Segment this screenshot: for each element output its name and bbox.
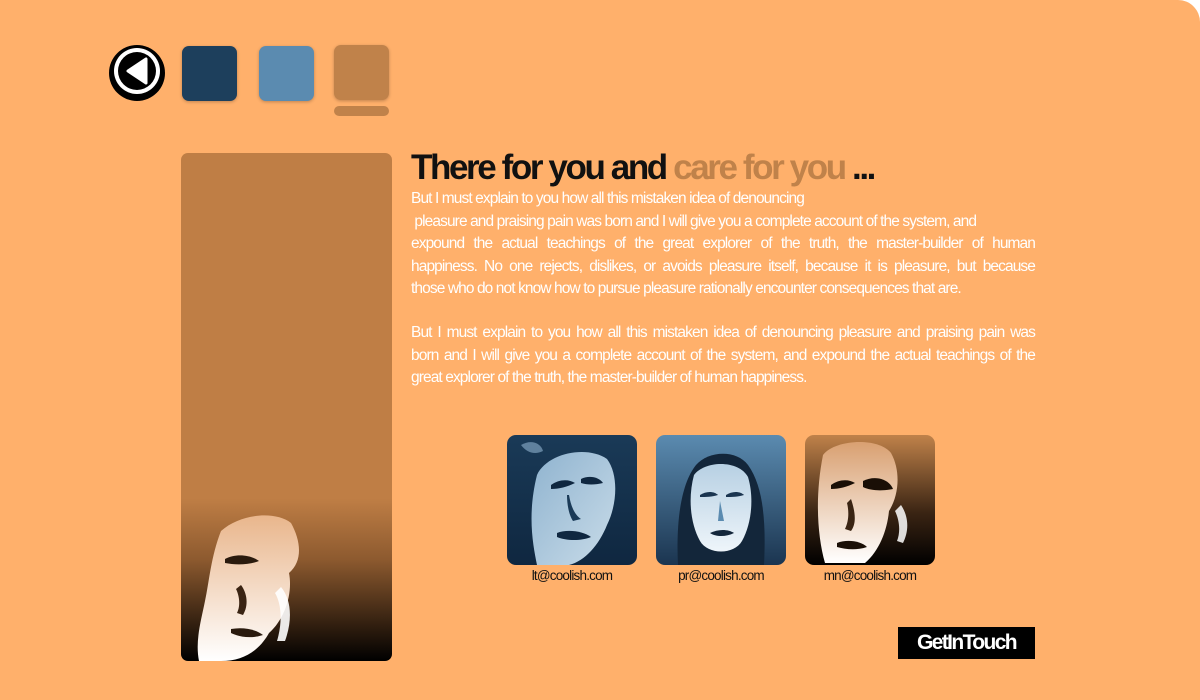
team-member-portrait[interactable] <box>805 435 935 565</box>
paragraph-line: expound the actual teachings of the grea… <box>411 235 1036 252</box>
paragraph-line: pleasure and praising pain was born and … <box>411 212 977 230</box>
paragraph-line: happiness. No one rejects, dislikes, or … <box>411 257 1036 275</box>
portrait-illustration <box>197 515 299 661</box>
headline-part: There for you and <box>411 148 674 187</box>
team-member-card: lt@coolish.com <box>507 435 637 583</box>
team-member-email[interactable]: lt@coolish.com <box>507 568 637 583</box>
active-swatch-indicator <box>334 106 389 116</box>
theme-swatch-copper[interactable] <box>334 45 389 100</box>
paragraph-line: those who do not know how to pursue plea… <box>411 280 962 297</box>
page-headline: There for you and care for you ... <box>411 148 876 188</box>
team-member-card: mn@coolish.com <box>805 435 935 583</box>
face-illustration <box>656 435 786 565</box>
paragraph-line: born and I will give you a complete acco… <box>411 346 1036 364</box>
side-portrait-panel <box>181 153 392 661</box>
second-paragraph: But I must explain to you how all this m… <box>411 322 1036 390</box>
face-illustration <box>507 435 637 565</box>
back-button[interactable] <box>109 45 165 101</box>
team-member-card: pr@coolish.com <box>656 435 786 583</box>
page: There for you and care for you ... But I… <box>0 0 1200 700</box>
paragraph-line: But I must explain to you how all this m… <box>411 324 1036 341</box>
theme-swatch-steel-blue[interactable] <box>259 46 314 101</box>
face-illustration <box>805 435 935 565</box>
intro-paragraph: But I must explain to you how all this m… <box>411 188 1036 301</box>
team-member-portrait[interactable] <box>507 435 637 565</box>
paragraph-line: But I must explain to you how all this m… <box>411 190 805 207</box>
get-in-touch-button[interactable]: GetInTouch <box>898 627 1035 659</box>
team-member-portrait[interactable] <box>656 435 786 565</box>
theme-swatch-dark-blue[interactable] <box>182 46 237 101</box>
team-member-email[interactable]: pr@coolish.com <box>656 568 786 583</box>
team-member-email[interactable]: mn@coolish.com <box>805 568 935 583</box>
arrow-left-icon <box>109 43 165 104</box>
headline-accent: care for you <box>673 148 847 187</box>
headline-ellipsis: ... <box>844 148 876 187</box>
paragraph-line: great explorer of the truth, the master-… <box>411 369 807 386</box>
